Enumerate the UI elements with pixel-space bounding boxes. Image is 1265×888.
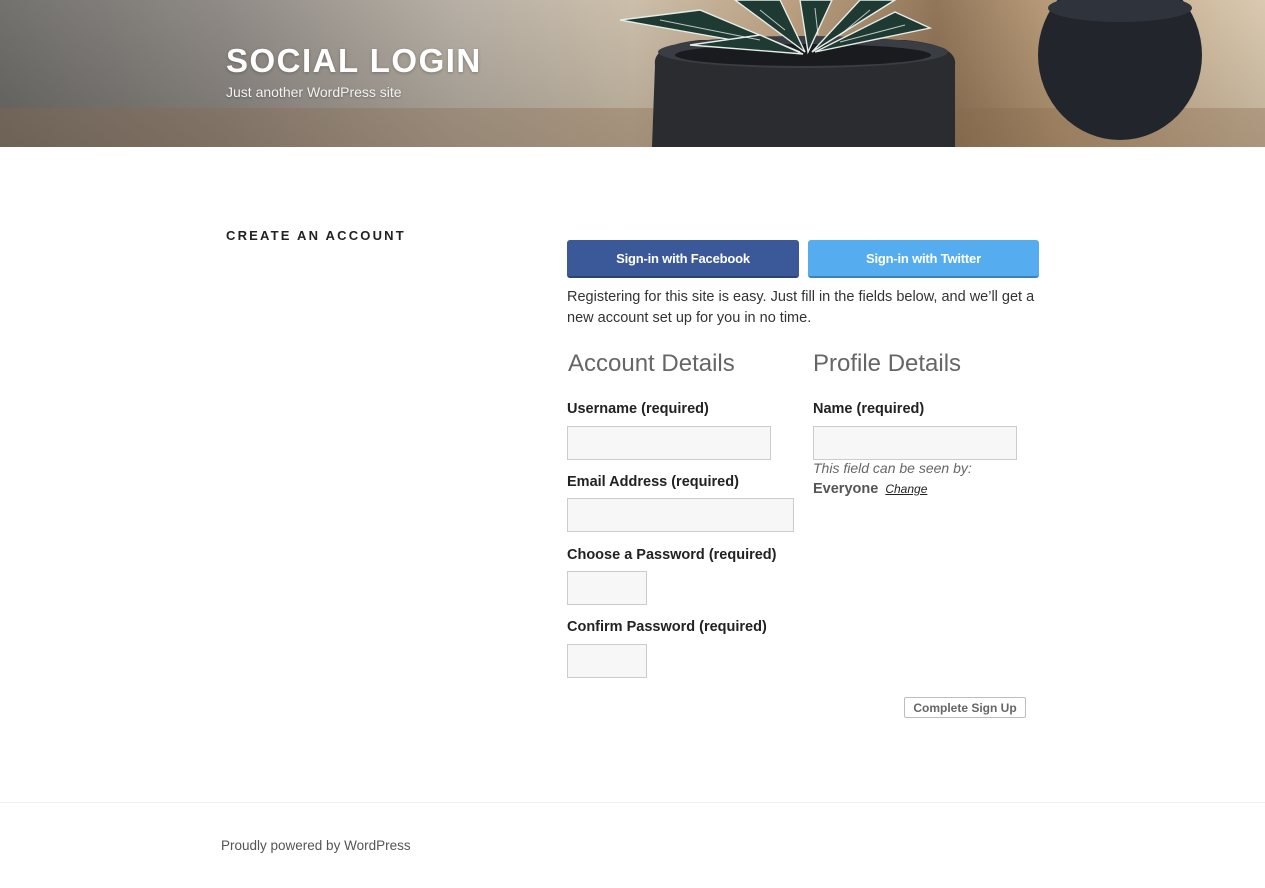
visibility-value: Everyone (813, 481, 879, 497)
change-visibility-link[interactable]: Change (885, 482, 927, 496)
password-label: Choose a Password (required) (567, 547, 777, 563)
email-label: Email Address (required) (567, 474, 739, 490)
account-details-heading: Account Details (568, 350, 735, 377)
username-input[interactable] (567, 426, 771, 460)
page-title: CREATE AN ACCOUNT (226, 228, 406, 243)
username-label: Username (required) (567, 401, 709, 417)
complete-signup-button[interactable]: Complete Sign Up (904, 697, 1026, 718)
profile-details-heading: Profile Details (813, 350, 962, 377)
confirm-password-input[interactable] (567, 644, 647, 678)
registration-intro: Registering for this site is easy. Just … (567, 289, 1035, 326)
visibility-row: Everyone Change (813, 481, 927, 497)
password-input[interactable] (567, 571, 647, 605)
facebook-signin-button[interactable]: Sign-in with Facebook (567, 240, 799, 278)
confirm-password-label: Confirm Password (required) (567, 619, 767, 635)
name-input[interactable] (813, 426, 1017, 460)
twitter-signin-button[interactable]: Sign-in with Twitter (808, 240, 1039, 278)
footer-credit[interactable]: Proudly powered by WordPress (221, 838, 411, 853)
site-header: SOCIAL LOGIN Just another WordPress site (0, 0, 1265, 147)
header-plant-image (0, 0, 1265, 147)
visibility-note: This field can be seen by: (813, 460, 972, 476)
site-tagline: Just another WordPress site (226, 84, 402, 100)
site-title[interactable]: SOCIAL LOGIN (226, 42, 482, 80)
footer-divider (0, 802, 1265, 803)
email-input[interactable] (567, 498, 794, 532)
name-label: Name (required) (813, 401, 925, 417)
